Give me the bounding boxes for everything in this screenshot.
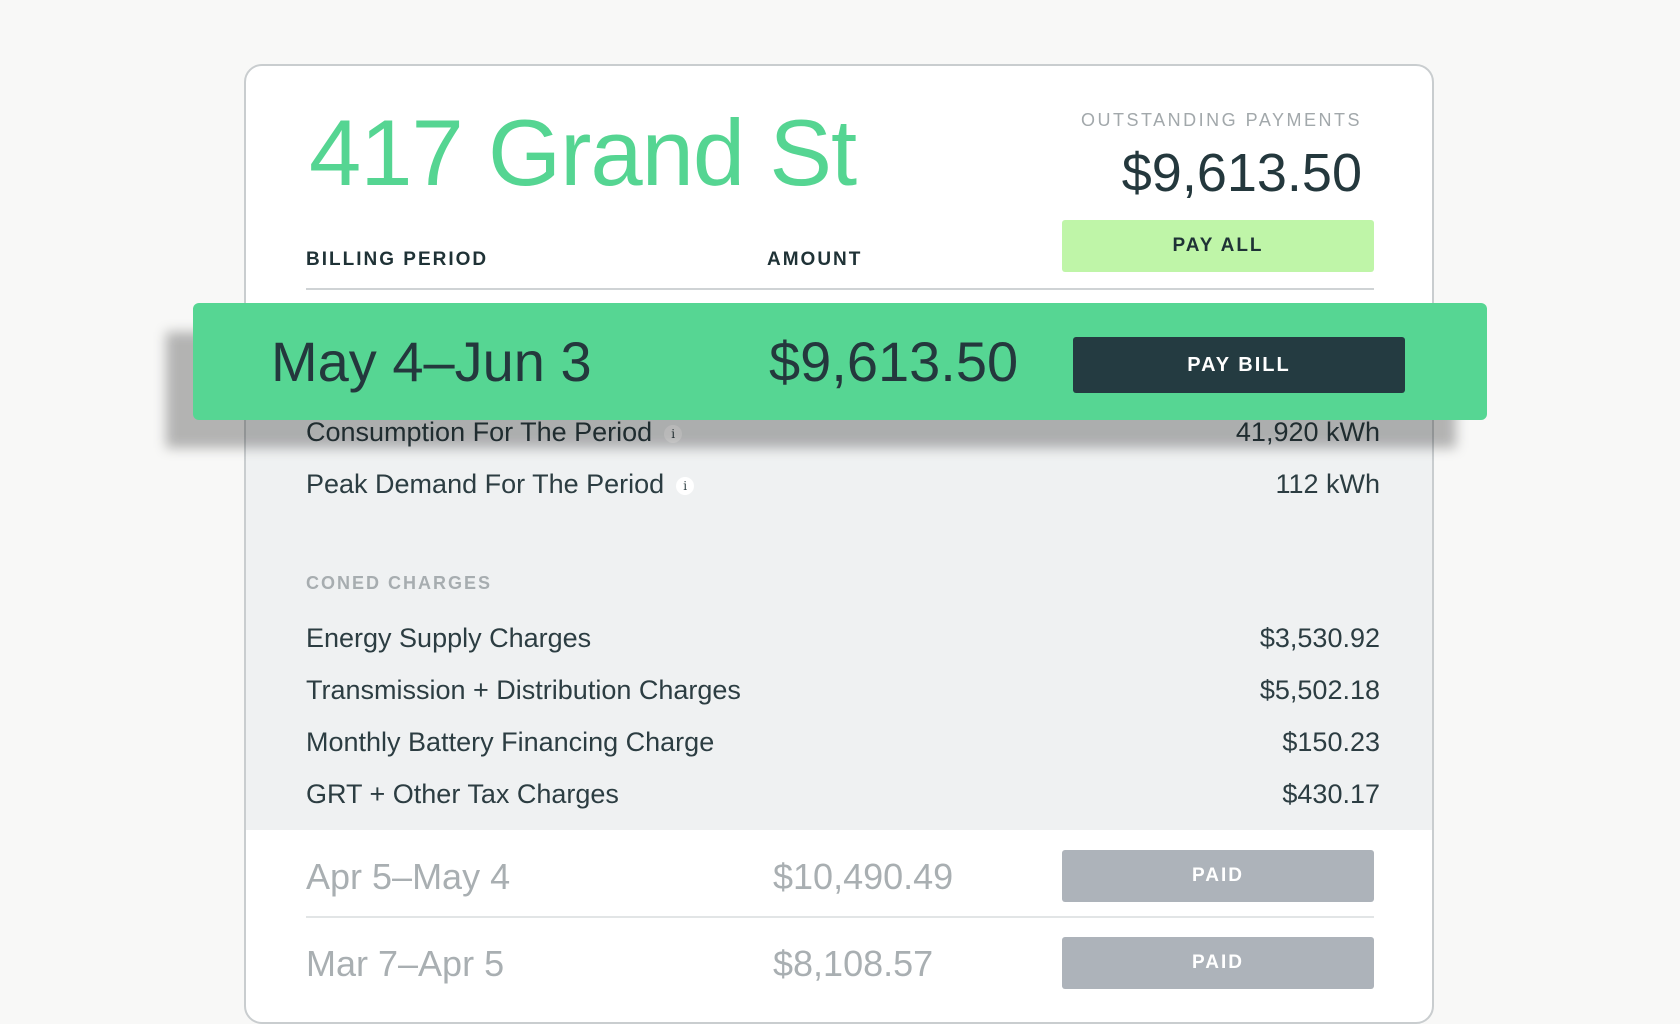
billing-period-header: BILLING PERIOD (306, 249, 489, 270)
history-row: Mar 7–Apr 5 $8,108.57 PAID (306, 937, 1374, 997)
address-title: 417 Grand St (309, 100, 857, 205)
peak-demand-value: 112 kWh (1275, 469, 1380, 499)
history-amount: $10,490.49 (773, 856, 954, 897)
charge-label: Monthly Battery Financing Charge (306, 727, 715, 757)
history-divider (306, 916, 1374, 918)
history-period: Apr 5–May 4 (306, 856, 511, 897)
history-row: Apr 5–May 4 $10,490.49 PAID (306, 850, 1374, 910)
info-icon[interactable]: i (676, 476, 695, 495)
charge-row: Energy Supply Charges $3,530.92 (306, 623, 1380, 654)
amount-header: AMOUNT (767, 249, 863, 270)
history-amount: $8,108.57 (773, 943, 934, 984)
peak-demand-row: Peak Demand For The Period i 112 kWh (306, 469, 1380, 500)
charge-label: Transmission + Distribution Charges (306, 675, 741, 705)
charge-row: GRT + Other Tax Charges $430.17 (306, 779, 1380, 810)
paid-button[interactable]: PAID (1062, 850, 1374, 902)
current-bill-row: May 4–Jun 3 $9,613.50 PAY BILL (193, 303, 1487, 420)
charge-label: GRT + Other Tax Charges (306, 779, 619, 809)
outstanding-amount: $9,613.50 (1121, 143, 1362, 203)
billing-card: 417 Grand St OUTSTANDING PAYMENTS $9,613… (244, 64, 1434, 1024)
current-bill-amount: $9,613.50 (769, 330, 1019, 393)
charge-label: Energy Supply Charges (306, 623, 592, 653)
pay-bill-button[interactable]: PAY BILL (1073, 337, 1405, 393)
charge-value: $5,502.18 (1259, 675, 1380, 705)
paid-button[interactable]: PAID (1062, 937, 1374, 989)
coned-charges-label: CONED CHARGES (306, 573, 493, 593)
charge-row: Monthly Battery Financing Charge $150.23 (306, 727, 1380, 758)
outstanding-label: OUTSTANDING PAYMENTS (1080, 110, 1362, 130)
peak-demand-label: Peak Demand For The Period (306, 469, 665, 499)
charge-value: $430.17 (1282, 779, 1380, 809)
charge-value: $150.23 (1282, 727, 1380, 757)
history-period: Mar 7–Apr 5 (306, 943, 505, 984)
charge-row: Transmission + Distribution Charges $5,5… (306, 675, 1380, 706)
pay-all-button[interactable]: PAY ALL (1062, 220, 1374, 272)
charge-value: $3,530.92 (1259, 623, 1380, 653)
current-bill-period: May 4–Jun 3 (271, 330, 592, 393)
header-divider (306, 288, 1374, 290)
